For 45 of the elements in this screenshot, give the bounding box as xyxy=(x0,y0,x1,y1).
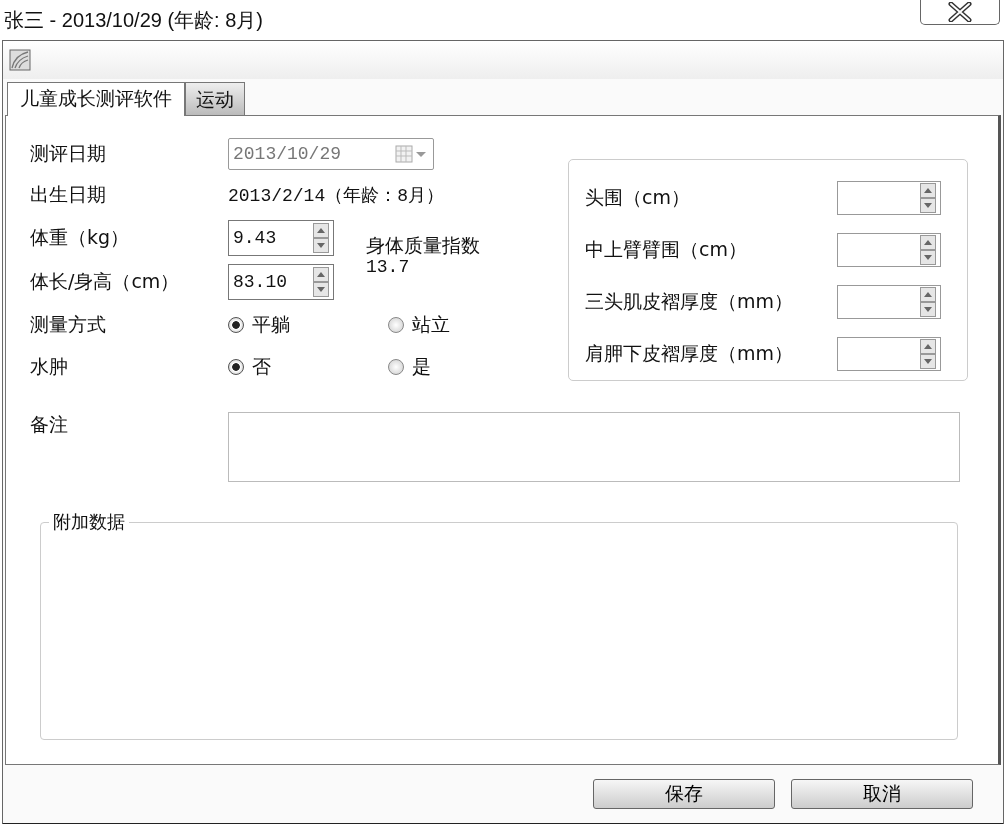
bmi-label: 身体质量指数 xyxy=(366,234,480,256)
number-field[interactable] xyxy=(837,285,941,319)
field-label: 体长/身高（cm） xyxy=(30,269,181,294)
dialog-button[interactable]: 保存 xyxy=(593,779,775,809)
window-title: 张三 - 2013/10/29 (年龄: 8月) xyxy=(4,8,263,33)
bmi-value: 13.7 xyxy=(366,256,411,278)
number-field[interactable]: 83.10 xyxy=(228,264,334,300)
notes-field[interactable] xyxy=(228,412,960,482)
radio-button[interactable] xyxy=(388,317,404,333)
radio-option[interactable]: 是 xyxy=(388,354,548,380)
number-field[interactable] xyxy=(837,337,941,371)
group-title: 附加数据 xyxy=(49,510,129,534)
spinner-arrows-icon xyxy=(920,287,936,317)
number-field[interactable] xyxy=(837,233,941,267)
field-label: 肩胛下皮褶厚度（mm） xyxy=(585,341,794,366)
radio-button[interactable] xyxy=(388,359,404,375)
field-label: 出生日期 xyxy=(30,182,107,207)
close-icon xyxy=(947,1,973,22)
radio-option[interactable]: 否 xyxy=(228,354,388,380)
field-label: 三头肌皮褶厚度（mm） xyxy=(585,289,794,314)
close-button[interactable] xyxy=(920,0,1000,25)
number-field[interactable]: 9.43 xyxy=(228,220,334,256)
radio-option[interactable]: 站立 xyxy=(388,312,548,338)
field-label: 测评日期 xyxy=(30,141,107,166)
field-label: 备注 xyxy=(30,412,69,437)
field-label: 体重（kg） xyxy=(30,225,131,250)
field-label: 水肿 xyxy=(30,354,69,379)
spinner-arrows-icon xyxy=(313,267,329,297)
app-icon[interactable] xyxy=(9,49,31,71)
birth-date-value: 2013/2/14（年龄：8月） xyxy=(228,185,445,207)
radio-option[interactable]: 平躺 xyxy=(228,312,388,338)
field-label: 头围（cm） xyxy=(585,185,690,210)
radio-button[interactable] xyxy=(228,317,244,333)
spinner-arrows-icon xyxy=(920,183,936,213)
tab[interactable]: 运动 xyxy=(185,82,245,115)
spinner-arrows-icon xyxy=(920,339,936,369)
dialog-button[interactable]: 取消 xyxy=(791,779,973,809)
spinner-arrows-icon xyxy=(920,235,936,265)
tab[interactable]: 儿童成长测评软件 xyxy=(7,82,185,116)
number-field[interactable] xyxy=(837,181,941,215)
radio-button[interactable] xyxy=(228,359,244,375)
field-label: 中上臂臂围（cm） xyxy=(585,237,747,262)
field-label: 测量方式 xyxy=(30,312,107,337)
spinner-arrows-icon xyxy=(313,223,329,253)
calendar-dropdown-icon xyxy=(395,145,429,163)
